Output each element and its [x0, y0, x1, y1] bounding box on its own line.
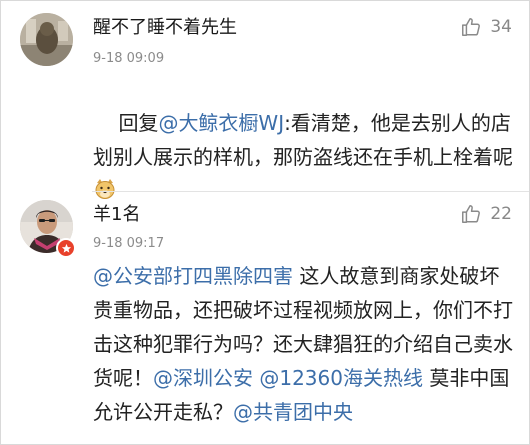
mention-link[interactable]: @大鲸衣橱WJ	[158, 111, 284, 135]
mention-link[interactable]: @深圳公安	[153, 366, 253, 390]
mention-link[interactable]: @公安部打四黑除四害	[93, 264, 293, 288]
vip-badge-icon	[56, 238, 76, 258]
username[interactable]: 醒不了睡不着先生	[93, 17, 237, 39]
mention-link[interactable]: @12360海关热线	[259, 366, 423, 390]
thumbs-up-icon	[460, 16, 482, 38]
avatar[interactable]	[20, 13, 73, 66]
comment-item: 醒不了睡不着先生 9-18 09:09 34 回复@大鲸衣橱WJ:看清楚，他是去…	[0, 0, 530, 199]
timestamp: 9-18 09:09	[93, 51, 165, 66]
like-count: 22	[490, 204, 512, 224]
comment-item: 羊1名 9-18 09:17 22 @公安部打四黑除四害 这人故意到商家处破坏贵…	[0, 192, 530, 445]
comment-text: @公安部打四黑除四害 这人故意到商家处破坏贵重物品，还把破坏过程视频放网上，你们…	[93, 259, 513, 429]
username[interactable]: 羊1名	[93, 204, 140, 226]
thumbs-up-icon	[460, 203, 482, 225]
like-count: 34	[490, 17, 512, 37]
timestamp: 9-18 09:17	[93, 236, 165, 251]
like-button[interactable]: 34	[460, 16, 512, 38]
reply-prefix: 回复	[118, 111, 159, 135]
like-button[interactable]: 22	[460, 203, 512, 225]
mention-link[interactable]: @共青团中央	[233, 400, 353, 424]
